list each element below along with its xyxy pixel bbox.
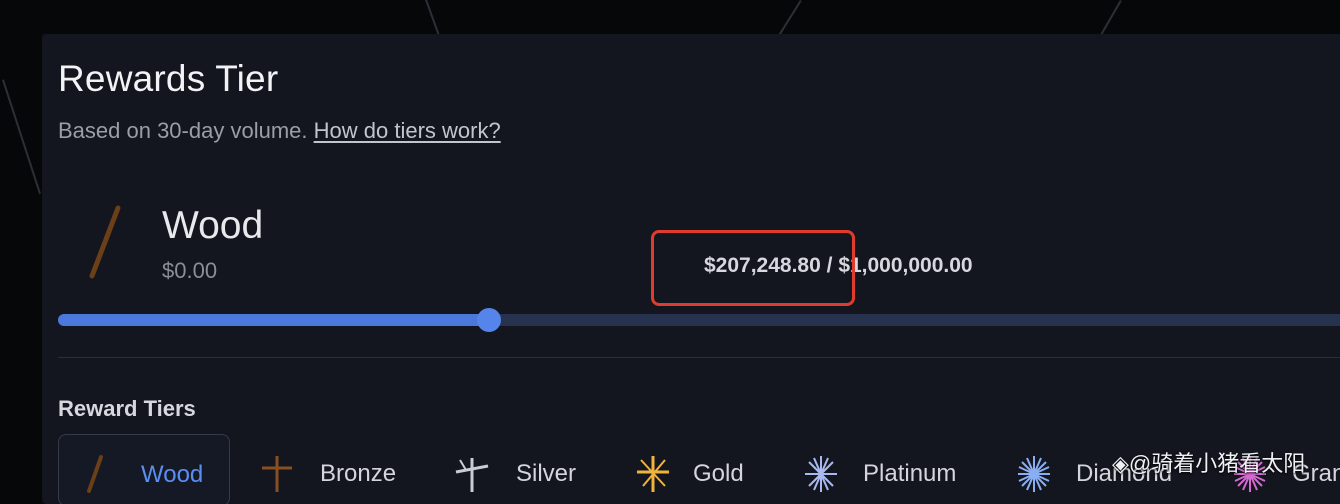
current-tier-min-volume: $0.00	[162, 258, 218, 283]
tier-tab-bronze[interactable]: Bronze	[252, 434, 422, 504]
page-title: Rewards Tier	[58, 58, 279, 99]
tier-tab-label: Wood	[141, 461, 204, 488]
tier-tab-wood[interactable]: Wood	[58, 434, 230, 504]
progress-knob[interactable]	[477, 308, 501, 332]
background-line	[1100, 0, 1122, 36]
annotation-highlight	[651, 230, 855, 306]
tier-tab-silver[interactable]: Silver	[442, 434, 592, 504]
progress-track	[58, 308, 1340, 332]
tier-tab-platinum[interactable]: Platinum	[797, 434, 977, 504]
gold-star-icon	[637, 456, 669, 492]
divider	[58, 357, 1340, 358]
diamond-burst-icon	[1018, 456, 1050, 492]
wood-stick-icon	[89, 205, 121, 279]
bronze-cross-icon	[262, 456, 292, 492]
watermark: ◈@骑着小猪看太阳	[1112, 451, 1306, 476]
platinum-burst-icon	[805, 456, 837, 492]
current-tier-name: Wood	[162, 204, 264, 247]
reward-tiers-heading: Reward Tiers	[58, 396, 196, 421]
background-line	[425, 0, 441, 38]
subtitle: Based on 30-day volume. How do tiers wor…	[58, 118, 501, 144]
rewards-tier-card: Rewards Tier Based on 30-day volume. How…	[42, 34, 1340, 504]
background-line	[778, 0, 802, 35]
silver-star-icon	[455, 458, 489, 492]
background-line	[2, 79, 41, 195]
how-tiers-work-link[interactable]: How do tiers work?	[314, 118, 501, 143]
tier-tab-gold[interactable]: Gold	[627, 434, 767, 504]
progress-fill	[58, 314, 489, 326]
subtitle-text: Based on 30-day volume.	[58, 118, 308, 143]
wood-icon	[87, 455, 103, 493]
target-volume: $1,000,000.00	[838, 254, 973, 277]
